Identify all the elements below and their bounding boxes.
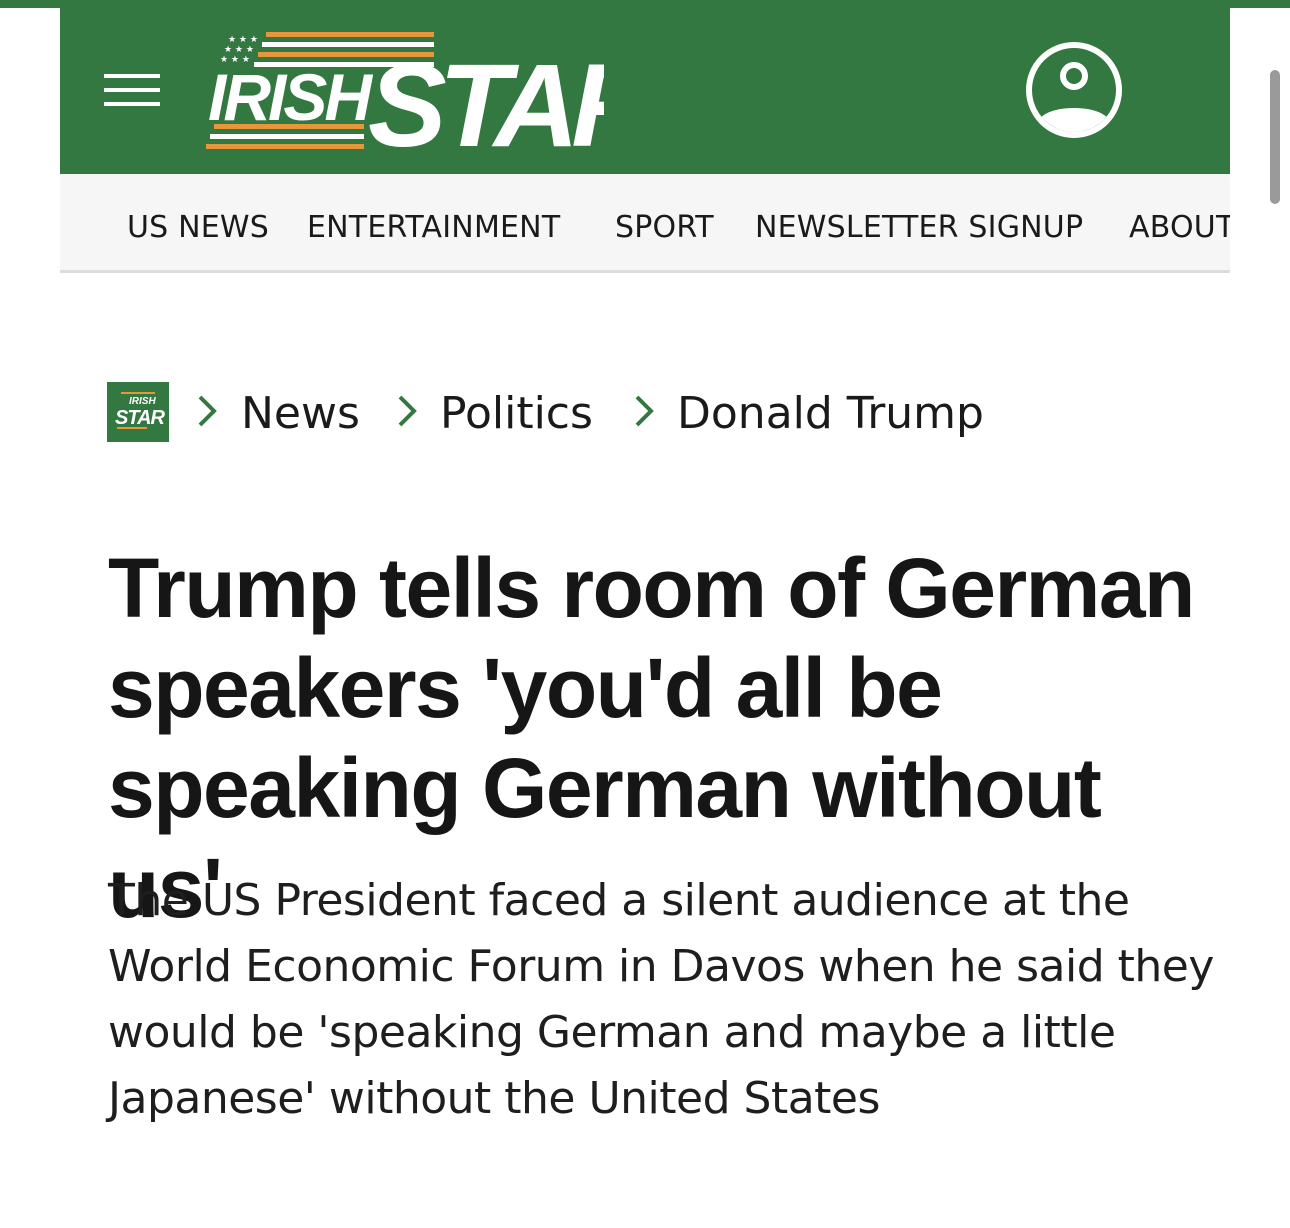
breadcrumb-home-logo[interactable]: IRISH STAR [107,382,169,442]
breadcrumb-item-news[interactable]: News [241,380,360,444]
site-header: ★ ★ ★ ★ ★ ★ ★ ★ ★ IRISH STAR [60,0,1230,174]
breadcrumb: IRISH STAR News Politics Donald Trump [107,380,1107,444]
nav-item-sport[interactable]: SPORT [615,174,714,270]
site-logo[interactable]: ★ ★ ★ ★ ★ ★ ★ ★ ★ IRISH STAR [204,28,604,156]
nav-item-us-news[interactable]: US NEWS [127,174,269,270]
breadcrumb-logo-irish: IRISH [129,396,156,407]
user-account-icon[interactable] [1024,40,1124,140]
chevron-right-icon [198,395,217,427]
nav-item-entertainment[interactable]: ENTERTAINMENT [307,174,560,270]
breadcrumb-item-donald-trump[interactable]: Donald Trump [677,380,984,444]
logo-star-text: STAR [368,40,604,156]
chevron-right-icon [635,395,654,427]
page: ★ ★ ★ ★ ★ ★ ★ ★ ★ IRISH STAR [0,0,1290,1228]
scrollbar[interactable] [1270,70,1280,204]
svg-text:★ ★ ★: ★ ★ ★ [224,45,254,55]
article-standfirst: The US President faced a silent audience… [108,875,1214,1124]
chevron-right-icon [398,395,417,427]
section-nav: US NEWS ENTERTAINMENT SPORT NEWSLETTER S… [60,174,1230,273]
nav-item-newsletter-signup[interactable]: NEWSLETTER SIGNUP [755,174,1083,270]
logo-irish-text: IRISH [208,60,373,134]
nav-item-about[interactable]: ABOUT [1129,174,1230,270]
breadcrumb-item-politics[interactable]: Politics [440,380,593,444]
breadcrumb-logo-star: STAR [115,407,166,429]
svg-text:★ ★ ★: ★ ★ ★ [228,35,258,45]
hamburger-menu-icon[interactable] [104,70,160,110]
